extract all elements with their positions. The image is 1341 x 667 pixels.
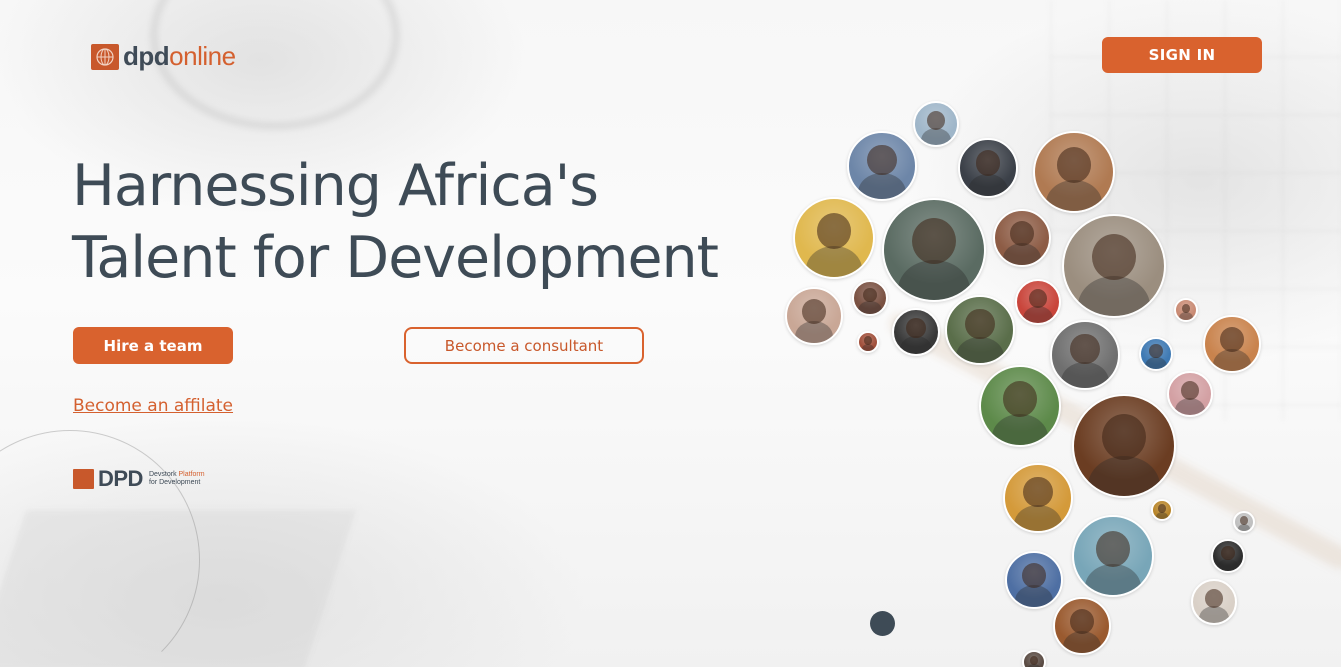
- talent-photo: [1174, 298, 1198, 322]
- talent-photo: [1062, 214, 1166, 318]
- dpd-globe-icon: [73, 469, 94, 489]
- talent-photo: [852, 280, 888, 316]
- talent-photo: [847, 131, 917, 201]
- talent-photo: [1050, 320, 1120, 390]
- talent-photo: [892, 308, 940, 356]
- hero-title-line2: Talent for Development: [72, 225, 719, 291]
- globe-icon: [91, 43, 119, 70]
- talent-photo: [993, 209, 1051, 267]
- talent-photo: [1072, 394, 1176, 498]
- talent-photo: [1003, 463, 1073, 533]
- dpd-tag-accent: Platform: [178, 471, 205, 478]
- dpd-logo-word: DPD: [98, 466, 143, 491]
- logo-text: dpdonline: [123, 41, 236, 72]
- talent-photo: [979, 365, 1061, 447]
- talent-photo: [1191, 579, 1237, 625]
- talent-photo: [1151, 499, 1173, 521]
- logo-text-online: online: [169, 41, 236, 71]
- talent-photo: [793, 197, 875, 279]
- hero-title: Harnessing Africa's Talent for Developme…: [72, 150, 792, 294]
- become-affiliate-link[interactable]: Become an affilate: [73, 396, 233, 416]
- dpd-logo-tagline: Devstork Platform for Development: [149, 471, 205, 487]
- talent-photo: [882, 198, 986, 302]
- dpd-tag-part2: for Development: [148, 479, 201, 486]
- talent-photo: [1139, 337, 1173, 371]
- talent-photo: [857, 331, 879, 353]
- talent-photo: [785, 287, 843, 345]
- talent-photo: [1167, 371, 1213, 417]
- talent-photo: [1233, 511, 1255, 533]
- logo-text-dpd: dpd: [123, 41, 170, 71]
- talent-photo: [1005, 551, 1063, 609]
- talent-photo: [1033, 131, 1115, 213]
- hire-team-button[interactable]: Hire a team: [73, 327, 233, 364]
- talent-photo: [1022, 650, 1046, 667]
- talent-photo: [1015, 279, 1061, 325]
- dpd-tag-part1: Devstork: [148, 471, 179, 478]
- talent-photo: [1211, 539, 1245, 573]
- talent-photo: [958, 138, 1018, 198]
- talent-photo: [1203, 315, 1261, 373]
- talent-photo: [1053, 597, 1111, 655]
- hero-title-line1: Harnessing Africa's: [72, 153, 599, 219]
- talent-photo: [913, 101, 959, 147]
- dpd-platform-logo: DPD Devstork Platform for Development: [73, 466, 205, 492]
- dpdonline-logo[interactable]: dpdonline: [91, 41, 236, 72]
- talent-photo: [1072, 515, 1154, 597]
- talent-photo: [945, 295, 1015, 365]
- sign-in-button[interactable]: SIGN IN: [1102, 37, 1262, 73]
- become-consultant-button[interactable]: Become a consultant: [404, 327, 644, 364]
- carousel-indicator-dot[interactable]: [870, 611, 895, 636]
